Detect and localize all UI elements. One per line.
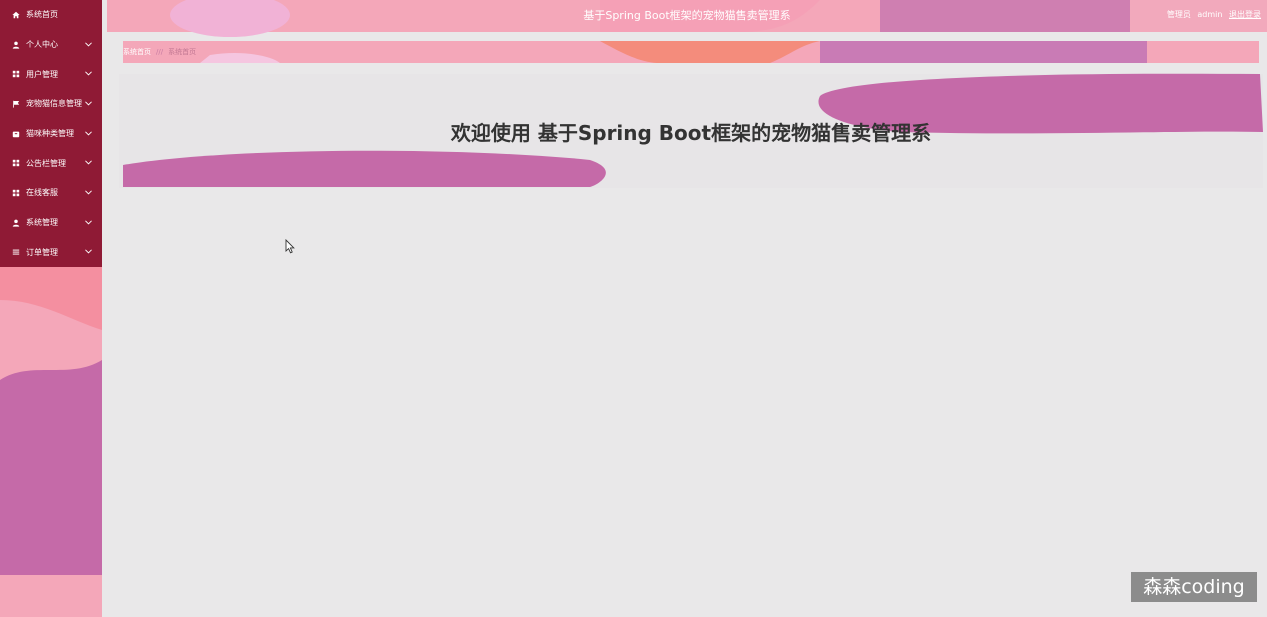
- sidebar-item-label: 订单管理: [26, 247, 58, 257]
- sidebar-item-system[interactable]: 系统管理: [0, 208, 102, 238]
- welcome-heading: 欢迎使用 基于Spring Boot框架的宠物猫售卖管理系: [450, 121, 932, 145]
- sidebar-item-label: 在线客服: [26, 188, 58, 198]
- sidebar-item-cat-category[interactable]: 猫咪种类管理: [0, 119, 102, 149]
- sidebar-item-orders[interactable]: 订单管理: [0, 238, 102, 268]
- sidebar-item-label: 宠物猫信息管理: [26, 99, 82, 109]
- home-icon: [11, 10, 20, 19]
- breadcrumb: 系统首页 /// 系统首页: [123, 41, 1259, 63]
- sidebar-item-label: 系统管理: [26, 218, 58, 228]
- grid-icon: [11, 70, 20, 79]
- breadcrumb-home-link[interactable]: 系统首页: [123, 47, 151, 57]
- sidebar-item-personal-center[interactable]: 个人中心: [0, 30, 102, 60]
- logout-link[interactable]: 退出登录: [1229, 10, 1261, 19]
- sidebar-item-user-management[interactable]: 用户管理: [0, 59, 102, 89]
- chevron-down-icon: [85, 129, 92, 138]
- chevron-down-icon: [85, 218, 92, 227]
- user-role: 管理员: [1166, 10, 1191, 19]
- chevron-down-icon: [85, 188, 92, 197]
- grid-icon: [11, 188, 20, 197]
- sidebar: 系统首页 个人中心 用户管理 宠物猫信息管理 猫咪种类管理 公告栏管理 在线客服…: [0, 0, 102, 617]
- chevron-down-icon: [85, 99, 92, 108]
- user-icon: [11, 218, 20, 227]
- app-title: 基于Spring Boot框架的宠物猫售卖管理系: [583, 9, 791, 22]
- sidebar-item-label: 用户管理: [26, 69, 58, 79]
- grid-icon: [11, 159, 20, 168]
- sidebar-item-home[interactable]: 系统首页: [0, 0, 102, 30]
- breadcrumb-current: 系统首页: [168, 48, 197, 56]
- chevron-down-icon: [85, 69, 92, 78]
- sidebar-item-cat-info[interactable]: 宠物猫信息管理: [0, 89, 102, 119]
- mouse-cursor-icon: [285, 239, 295, 254]
- flag-icon: [11, 99, 20, 108]
- list-icon: [11, 248, 20, 257]
- top-header: 基于Spring Boot框架的宠物猫售卖管理系 管理员 admin 退出登录: [107, 0, 1267, 32]
- sidebar-menu: 系统首页 个人中心 用户管理 宠物猫信息管理 猫咪种类管理 公告栏管理 在线客服…: [0, 0, 102, 267]
- sidebar-item-online-service[interactable]: 在线客服: [0, 178, 102, 208]
- chevron-down-icon: [85, 40, 92, 49]
- chevron-down-icon: [85, 247, 92, 256]
- chevron-down-icon: [85, 158, 92, 167]
- breadcrumb-separator: ///: [156, 48, 164, 56]
- user-icon: [11, 40, 20, 49]
- background-decoration: [0, 0, 1267, 617]
- sidebar-item-bulletin[interactable]: 公告栏管理: [0, 148, 102, 178]
- user-info: 管理员 admin 退出登录: [1163, 0, 1261, 30]
- box-icon: [11, 129, 20, 138]
- sidebar-item-label: 猫咪种类管理: [26, 129, 74, 139]
- username: admin: [1197, 10, 1223, 19]
- watermark: 森森coding: [1131, 572, 1257, 602]
- sidebar-item-label: 公告栏管理: [26, 158, 66, 168]
- sidebar-item-label: 系统首页: [26, 10, 58, 20]
- sidebar-item-label: 个人中心: [26, 40, 58, 50]
